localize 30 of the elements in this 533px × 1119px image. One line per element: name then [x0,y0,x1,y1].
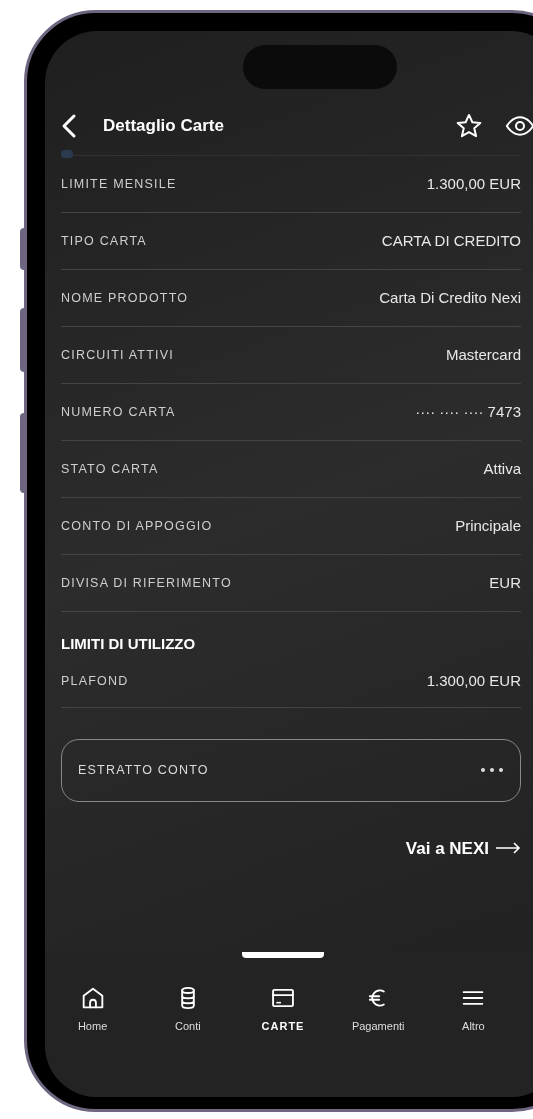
nav-tab[interactable]: Pagamenti [330,974,426,1035]
detail-label: CIRCUITI ATTIVI [61,346,174,364]
arrow-icon [495,842,521,855]
detail-value: Carta Di Credito Nexi [379,287,521,308]
detail-value: Attiva [483,458,521,479]
detail-value: 1.300,00 EUR [426,173,521,194]
statement-button[interactable]: ESTRATTO CONTO [61,738,521,802]
detail-label: NOME PRODOTTO [61,289,189,307]
detail-label: LIMITE MENSILE [61,175,177,193]
detail-value: Mastercard [445,344,521,365]
detail-label: PLAFOND [61,672,129,690]
detail-value: 1.300,00 EUR [426,670,521,691]
detail-value: ···· ···· ···· 7473 [415,401,521,422]
detail-value: CARTA DI CREDITO [381,230,521,251]
detail-label: CONTO DI APPOGGIO [61,517,213,535]
detail-value: Principale [455,515,521,536]
detail-label: DIVISA DI RIFERIMENTO [61,574,232,592]
detail-label: TIPO CARTA [61,232,147,250]
nav-tab[interactable]: Conti [140,974,236,1035]
detail-label: STATO CARTA [61,460,159,478]
nav-tab[interactable]: CARTE [235,974,331,1035]
nav-tab[interactable]: Home [45,974,141,1035]
detail-value: EUR [489,572,521,593]
section-title: LIMITI DI UTILIZZO [61,634,197,654]
nexi-link[interactable]: Vai a NEXI [405,835,521,861]
more-icon [480,767,504,773]
page-title: Dettaglio Carte [103,115,224,138]
nav-tab[interactable]: Altro [425,974,521,1035]
star-icon[interactable] [455,112,483,140]
detail-label: NUMERO CARTA [61,403,176,421]
